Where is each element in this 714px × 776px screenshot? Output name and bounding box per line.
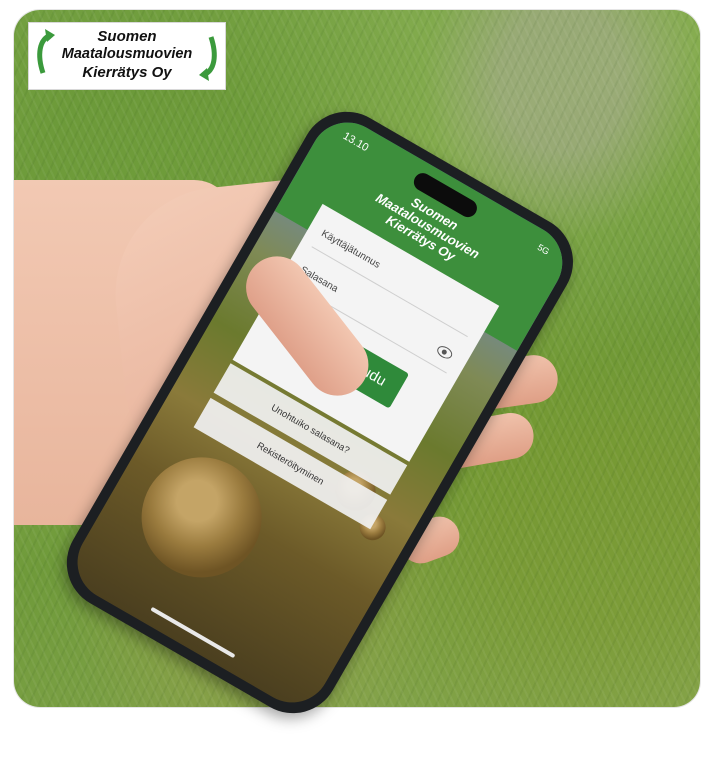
company-logo: Suomen Maatalousmuovien Kierrätys Oy <box>28 22 226 90</box>
eye-icon[interactable] <box>435 343 455 362</box>
logo-line1: Suomen <box>97 28 157 45</box>
home-indicator <box>150 606 236 659</box>
status-network: 5G <box>535 242 552 257</box>
logo-line2: Maatalousmuovien <box>61 46 193 62</box>
status-time: 13.10 <box>340 130 371 155</box>
logo-line3: Kierrätys Oy <box>82 64 172 81</box>
